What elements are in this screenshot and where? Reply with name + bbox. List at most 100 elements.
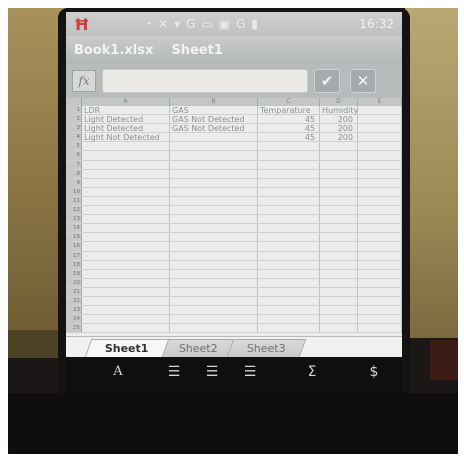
cell-b[interactable] [170, 233, 258, 242]
row-header[interactable]: 14 [66, 224, 82, 233]
row-header[interactable]: 19 [66, 269, 82, 278]
cell-e[interactable] [358, 169, 402, 178]
cell-c[interactable] [258, 187, 320, 196]
cell-b[interactable] [170, 224, 258, 233]
cell-d[interactable] [320, 151, 358, 160]
cell-a[interactable] [82, 287, 170, 296]
cell-b[interactable] [170, 151, 258, 160]
cell-b[interactable] [170, 160, 258, 169]
cell-b[interactable]: GAS Not Detected [170, 115, 258, 124]
cell-a[interactable] [82, 324, 170, 333]
column-header-d[interactable]: D [320, 98, 358, 106]
row-header[interactable]: 9 [66, 178, 82, 187]
cell-a[interactable] [82, 151, 170, 160]
cell-a[interactable] [82, 242, 170, 251]
cell-d[interactable] [320, 260, 358, 269]
cell-a[interactable] [82, 306, 170, 315]
fx-icon[interactable]: fx [72, 70, 96, 92]
cell-d[interactable] [320, 169, 358, 178]
column-header-b[interactable]: B [170, 98, 258, 106]
cell-b[interactable] [170, 196, 258, 206]
column-header-a[interactable]: A [82, 98, 170, 106]
cell-d[interactable] [320, 242, 358, 251]
currency-button[interactable]: $ [362, 364, 386, 380]
cell-a[interactable] [82, 142, 170, 151]
align-center-button[interactable]: ☰ [200, 364, 224, 380]
spreadsheet-grid[interactable]: A B C D E 1 LDR GAS Temparature Humidity 2 Lig… [66, 98, 402, 336]
cell-a[interactable]: Light Detected [82, 124, 170, 133]
row-header[interactable]: 18 [66, 260, 82, 269]
cell-d[interactable] [320, 196, 358, 206]
align-left-button[interactable]: ☰ [162, 364, 186, 380]
cell-d[interactable] [320, 187, 358, 196]
cell-b[interactable] [170, 133, 258, 142]
cell-e[interactable] [358, 269, 402, 278]
cell-c[interactable] [258, 196, 320, 206]
row-header[interactable]: 8 [66, 169, 82, 178]
cell-d[interactable] [320, 278, 358, 287]
cell-a[interactable]: LDR [82, 106, 170, 115]
cell-b[interactable] [170, 215, 258, 224]
cell-b[interactable] [170, 306, 258, 315]
font-button[interactable]: A [106, 364, 130, 379]
tab-sheet3[interactable]: Sheet3 [227, 339, 307, 357]
cell-c[interactable] [258, 315, 320, 324]
align-right-button[interactable]: ☰ [238, 364, 262, 380]
cell-b[interactable] [170, 287, 258, 296]
cell-d[interactable]: 200 [320, 124, 358, 133]
cell-c[interactable] [258, 160, 320, 169]
cell-d[interactable] [320, 233, 358, 242]
row-header[interactable]: 17 [66, 251, 82, 260]
cell-a[interactable] [82, 169, 170, 178]
cell-e[interactable] [358, 324, 402, 333]
row-header[interactable]: 13 [66, 215, 82, 224]
cell-d[interactable] [320, 206, 358, 215]
cell-d[interactable] [320, 287, 358, 296]
cell-b[interactable] [170, 269, 258, 278]
row-header[interactable]: 3 [66, 124, 82, 133]
cell-d[interactable] [320, 251, 358, 260]
row-header[interactable]: 7 [66, 160, 82, 169]
tab-sheet1[interactable]: Sheet1 [84, 339, 169, 357]
cell-a[interactable]: Light Detected [82, 115, 170, 124]
select-all-corner[interactable] [66, 98, 82, 106]
cell-e[interactable] [358, 151, 402, 160]
cell-e[interactable] [358, 278, 402, 287]
cell-d[interactable]: 200 [320, 115, 358, 124]
confirm-button[interactable]: ✔ [314, 69, 340, 93]
cell-c[interactable]: 45 [258, 133, 320, 142]
cell-c[interactable] [258, 151, 320, 160]
sum-button[interactable]: Σ [300, 364, 324, 380]
cell-c[interactable] [258, 242, 320, 251]
cell-a[interactable] [82, 296, 170, 306]
cell-c[interactable] [258, 296, 320, 306]
cell-e[interactable] [358, 124, 402, 133]
row-header[interactable]: 12 [66, 206, 82, 215]
cell-b[interactable]: GAS [170, 106, 258, 115]
cell-b[interactable] [170, 187, 258, 196]
cell-c[interactable] [258, 306, 320, 315]
column-header-e[interactable]: E [358, 98, 402, 106]
cell-a[interactable] [82, 196, 170, 206]
row-header[interactable]: 20 [66, 278, 82, 287]
row-header[interactable]: 24 [66, 315, 82, 324]
cell-d[interactable] [320, 160, 358, 169]
cell-b[interactable] [170, 242, 258, 251]
cell-e[interactable] [358, 178, 402, 187]
cell-c[interactable] [258, 178, 320, 187]
cell-a[interactable] [82, 315, 170, 324]
row-header[interactable]: 11 [66, 196, 82, 206]
cell-c[interactable] [258, 215, 320, 224]
cell-c[interactable] [258, 224, 320, 233]
row-header[interactable]: 25 [66, 324, 82, 333]
cell-d[interactable] [320, 306, 358, 315]
formula-input[interactable] [102, 69, 308, 93]
cell-e[interactable] [358, 224, 402, 233]
cell-e[interactable] [358, 233, 402, 242]
cell-e[interactable] [358, 287, 402, 296]
cell-c[interactable] [258, 269, 320, 278]
cell-b[interactable] [170, 142, 258, 151]
row-header[interactable]: 16 [66, 242, 82, 251]
cell-d[interactable] [320, 142, 358, 151]
cell-d[interactable]: 200 [320, 133, 358, 142]
